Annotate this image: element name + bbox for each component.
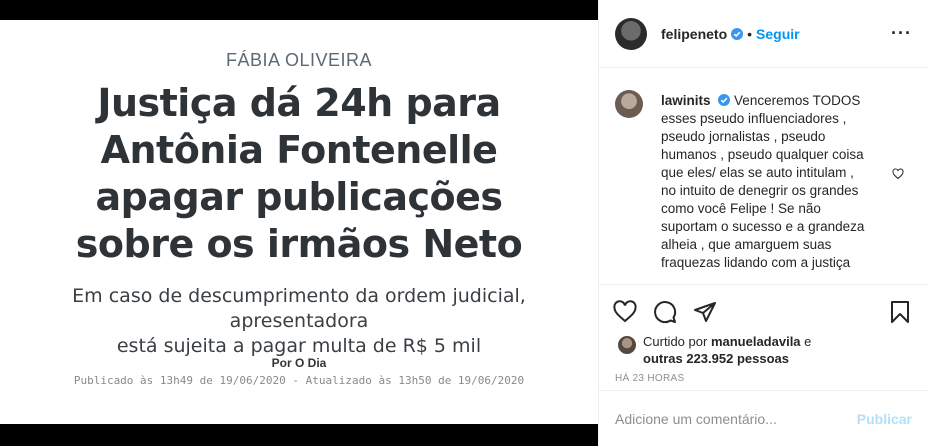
post-actions-section: Curtido por manueladavila e outras 223.9… (599, 284, 928, 393)
verified-badge-icon (731, 27, 744, 40)
likes-text: Curtido por manueladavila e outras 223.9… (643, 333, 811, 367)
comment-bubble-icon[interactable] (653, 300, 677, 324)
author-avatar[interactable] (615, 17, 647, 50)
headline-line: sobre os irmãos Neto (75, 222, 523, 266)
verified-badge-icon (718, 94, 731, 106)
headline-line: Justiça dá 24h para (97, 81, 501, 125)
post-sidebar: felipeneto • Seguir ··· lawinits Vencere… (598, 0, 928, 446)
action-bar (599, 285, 928, 329)
separator-dot: • (747, 25, 753, 42)
news-headline: Justiça dá 24h para Antônia Fontenelle a… (40, 80, 558, 268)
likes-summary: Curtido por manueladavila e outras 223.9… (599, 329, 928, 367)
comment-input[interactable] (615, 410, 857, 427)
author-username[interactable]: felipeneto (661, 26, 727, 42)
liked-by-user[interactable]: manueladavila (711, 334, 801, 349)
like-comment-icon[interactable] (892, 168, 904, 180)
follow-button[interactable]: Seguir (756, 26, 800, 42)
comment-text: Venceremos TODOS esses pseudo influencia… (661, 93, 865, 270)
comment-body: lawinits Venceremos TODOS esses pseudo i… (661, 92, 871, 272)
news-subheadline: Em caso de descumprimento da ordem judic… (10, 284, 588, 359)
news-byline: Por O Dia (271, 356, 327, 370)
headline-line: Antônia Fontenelle (100, 128, 498, 172)
news-screenshot: FÁBIA OLIVEIRA Justiça dá 24h para Antôn… (0, 20, 598, 424)
more-options-icon[interactable]: ··· (891, 23, 912, 44)
columnist-name: FÁBIA OLIVEIRA (225, 50, 373, 70)
commenter-avatar[interactable] (615, 90, 643, 118)
liked-by-connector: e (804, 334, 812, 349)
like-heart-icon[interactable] (613, 300, 637, 324)
post-header: felipeneto • Seguir ··· (599, 0, 928, 68)
subhead-line: Em caso de descumprimento da ordem judic… (72, 285, 526, 332)
share-paper-plane-icon[interactable] (693, 300, 717, 324)
liked-by-others[interactable]: outras 223.952 pessoas (643, 351, 789, 366)
post-media[interactable]: FÁBIA OLIVEIRA Justiça dá 24h para Antôn… (0, 0, 598, 446)
news-dates: Publicado às 13h49 de 19/06/2020 - Atual… (73, 374, 525, 387)
liked-by-prefix: Curtido por (643, 334, 708, 349)
comment-item: lawinits Venceremos TODOS esses pseudo i… (615, 90, 912, 272)
comment-username[interactable]: lawinits (661, 93, 711, 108)
liker-avatar[interactable] (617, 335, 637, 355)
comments-list[interactable]: lawinits Venceremos TODOS esses pseudo i… (599, 68, 928, 284)
headline-line: apagar publicações (95, 175, 504, 219)
publish-button[interactable]: Publicar (857, 411, 912, 427)
save-bookmark-icon[interactable] (888, 300, 912, 324)
add-comment-bar: Publicar (599, 390, 928, 446)
